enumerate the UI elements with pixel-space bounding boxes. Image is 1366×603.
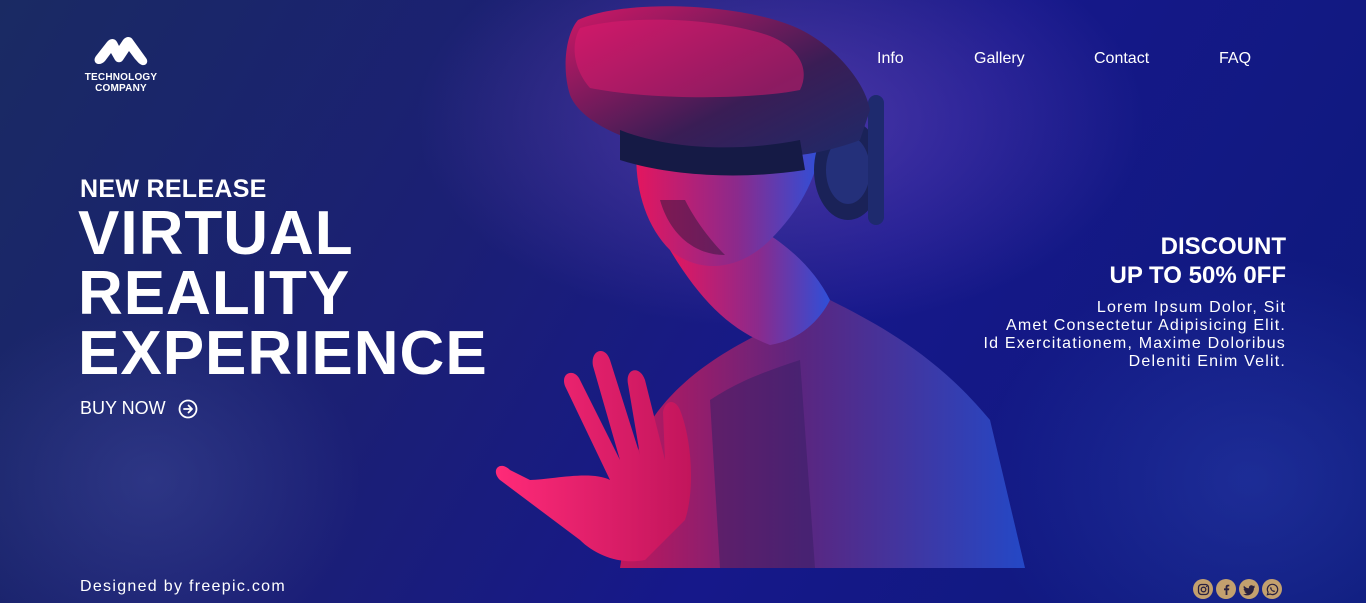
- footer-credit: Designed by freepic.com: [80, 578, 286, 595]
- hero-headline: VIRTUAL REALITY EXPERIENCE: [78, 199, 488, 388]
- buy-now-label: BUY NOW: [80, 398, 166, 418]
- facebook-icon[interactable]: [1216, 579, 1236, 599]
- discount-description: Lorem Ipsum Dolor, Sit Amet Consectetur …: [926, 299, 1286, 371]
- main-nav: Info Gallery Contact FAQ: [0, 50, 1366, 70]
- hero-headline-line1: VIRTUAL: [78, 199, 354, 268]
- whatsapp-icon[interactable]: [1262, 579, 1282, 599]
- logo-text-line2: COMPANY: [95, 83, 147, 94]
- discount-title-line1: DISCOUNT: [1160, 233, 1286, 260]
- hero-headline-line2: REALITY: [78, 259, 351, 328]
- logo-text-line1: TECHNOLOGY: [84, 72, 158, 83]
- discount-block: DISCOUNT UP TO 50% 0FF Lorem Ipsum Dolor…: [926, 232, 1286, 371]
- discount-body-line4: Deleniti Enim Velit.: [1128, 353, 1286, 370]
- nav-faq-link[interactable]: FAQ: [1219, 50, 1251, 68]
- buy-now-button[interactable]: BUY NOW: [80, 398, 198, 419]
- discount-title: DISCOUNT UP TO 50% 0FF: [926, 232, 1286, 290]
- nav-info-link[interactable]: Info: [877, 50, 904, 68]
- nav-gallery-link[interactable]: Gallery: [974, 50, 1025, 68]
- hero-headline-line3: EXPERIENCE: [78, 319, 488, 388]
- nav-contact-link[interactable]: Contact: [1094, 50, 1149, 68]
- logo-text: TECHNOLOGY COMPANY: [85, 72, 158, 94]
- discount-body-line1: Lorem Ipsum Dolor, Sit: [1096, 299, 1286, 316]
- social-links: [1193, 579, 1282, 599]
- discount-body-line3: Id Exercitationem, Maxime Doloribus: [983, 335, 1286, 352]
- twitter-icon[interactable]: [1239, 579, 1259, 599]
- discount-title-line2: UP TO 50% 0FF: [1109, 262, 1286, 289]
- discount-body-line2: Amet Consectetur Adipisicing Elit.: [1005, 317, 1286, 334]
- arrow-right-circle-icon: [178, 399, 198, 418]
- instagram-icon[interactable]: [1193, 579, 1213, 599]
